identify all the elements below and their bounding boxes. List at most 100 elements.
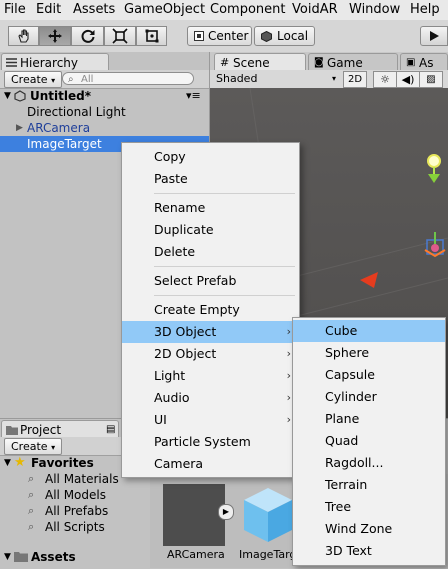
context-menu: Copy Paste Rename Duplicate Delete Selec… — [121, 142, 300, 478]
submenu-item-quad[interactable]: Quad — [293, 430, 445, 452]
shading-label: Shaded — [216, 72, 258, 85]
submenu-item-capsule[interactable]: Capsule — [293, 364, 445, 386]
menu-item-label: Particle System — [154, 434, 251, 449]
menu-assets[interactable]: Assets — [73, 2, 115, 17]
effects-toggle[interactable]: ▨ — [419, 71, 443, 88]
menu-item-label: Paste — [154, 171, 188, 186]
submenu-item-sphere[interactable]: Sphere — [293, 342, 445, 364]
center-icon — [194, 31, 204, 41]
submenu-item-wind-zone[interactable]: Wind Zone — [293, 518, 445, 540]
menu-item-light[interactable]: Light › — [122, 365, 299, 387]
sun-icon: ☼ — [380, 73, 390, 86]
favorite-item[interactable]: ⌕ All Prefabs — [0, 503, 150, 519]
submenu-arrow-icon: › — [286, 391, 291, 404]
submenu-item-terrain[interactable]: Terrain — [293, 474, 445, 496]
menu-item-label: Rename — [154, 200, 206, 215]
scene-root-row[interactable]: ▼ Untitled* ▾≡ — [0, 88, 209, 104]
play-button[interactable] — [420, 26, 448, 46]
menu-item-label: UI — [154, 412, 167, 427]
menu-item-label: 3D Object — [154, 324, 217, 339]
image-icon: ▨ — [426, 74, 436, 85]
local-label: Local — [277, 29, 309, 43]
list-icon — [6, 58, 17, 67]
project-tab-label: Project — [20, 423, 62, 437]
menu-item-create-empty[interactable]: Create Empty — [122, 299, 299, 321]
menu-item-select-prefab[interactable]: Select Prefab — [122, 270, 299, 292]
menu-item-ui[interactable]: UI › — [122, 409, 299, 431]
favorite-label: All Prefabs — [45, 504, 109, 518]
search-icon: ⌕ — [28, 472, 35, 485]
audio-toggle[interactable]: ◀) — [396, 71, 420, 88]
submenu-item-plane[interactable]: Plane — [293, 408, 445, 430]
expand-arrow-icon: ▼ — [4, 552, 11, 562]
menu-item-copy[interactable]: Copy — [122, 146, 299, 168]
mode-2d-label: 2D — [347, 74, 363, 85]
star-icon: ★ — [14, 455, 26, 470]
item-label: Directional Light — [27, 105, 126, 119]
menu-separator — [154, 193, 295, 194]
search-icon: ⌕ — [28, 504, 35, 517]
search-icon: ⌕ — [28, 520, 35, 533]
menu-item-rename[interactable]: Rename — [122, 197, 299, 219]
submenu-arrow-icon: › — [286, 369, 291, 382]
favorites-label: Favorites — [31, 456, 94, 470]
menu-gameobject[interactable]: GameObject — [124, 2, 205, 17]
hand-tool-button[interactable] — [8, 26, 39, 46]
submenu-arrow-icon: › — [286, 413, 291, 426]
menu-voidar[interactable]: VoidAR — [292, 2, 338, 17]
menu-file[interactable]: File — [4, 2, 26, 17]
hierarchy-item-arcamera[interactable]: ▶ ARCamera — [0, 120, 209, 136]
favorite-item[interactable]: ⌕ All Models — [0, 487, 150, 503]
submenu-arrow-icon: › — [286, 325, 291, 338]
menu-item-2d-object[interactable]: 2D Object › — [122, 343, 299, 365]
menu-item-duplicate[interactable]: Duplicate — [122, 219, 299, 241]
asset-thumb-arcamera[interactable] — [163, 484, 225, 546]
hierarchy-create-button[interactable]: Create ▾ — [4, 71, 63, 88]
tab-scene[interactable]: # Scene — [214, 53, 306, 71]
rect-tool-button[interactable] — [136, 26, 167, 46]
menu-item-label: 2D Object — [154, 346, 217, 361]
hierarchy-search-input[interactable]: ⌕ All — [62, 72, 194, 85]
menu-item-audio[interactable]: Audio › — [122, 387, 299, 409]
menu-item-particle-system[interactable]: Particle System — [122, 431, 299, 453]
submenu-item-cube[interactable]: Cube — [293, 320, 445, 342]
tab-game[interactable]: ◙ Game — [308, 53, 398, 71]
menu-window[interactable]: Window — [349, 2, 400, 17]
submenu-item-tree[interactable]: Tree — [293, 496, 445, 518]
scale-tool-button[interactable] — [104, 26, 136, 46]
project-create-button[interactable]: Create ▾ — [4, 438, 63, 455]
move-tool-button[interactable] — [39, 26, 71, 46]
tab-hierarchy[interactable]: Hierarchy — [1, 53, 109, 71]
favorite-item[interactable]: ⌕ All Scripts — [0, 519, 150, 535]
search-icon: ⌕ — [68, 74, 74, 85]
scene-menu-icon[interactable]: ▾≡ — [186, 88, 201, 104]
lighting-toggle[interactable]: ☼ — [373, 71, 397, 88]
menu-item-label: Plane — [325, 411, 360, 426]
menu-item-paste[interactable]: Paste — [122, 168, 299, 190]
menu-edit[interactable]: Edit — [36, 2, 61, 17]
cube-prefab-icon[interactable] — [240, 484, 296, 546]
scene-toolbar: Shaded ▾ 2D ☼ ◀) ▨ — [210, 70, 448, 89]
dropdown-arrow-icon: ▾ — [331, 74, 336, 83]
expand-prefab-icon[interactable]: ▶ — [218, 504, 234, 520]
tab-project[interactable]: Project ▤ — [1, 420, 119, 438]
menu-item-camera[interactable]: Camera — [122, 453, 299, 475]
submenu-item-cylinder[interactable]: Cylinder — [293, 386, 445, 408]
pivot-local-toggle[interactable]: Local — [254, 26, 315, 46]
assets-row[interactable]: ▼ Assets — [0, 549, 150, 565]
menu-help[interactable]: Help — [410, 2, 440, 17]
menu-item-delete[interactable]: Delete — [122, 241, 299, 263]
favorite-label: All Models — [45, 488, 106, 502]
tab-asset-store[interactable]: ▣ As — [400, 53, 448, 71]
menu-component[interactable]: Component — [210, 2, 285, 17]
menu-separator — [154, 266, 295, 267]
submenu-item-3d-text[interactable]: 3D Text — [293, 540, 445, 562]
shading-mode-dropdown[interactable]: Shaded ▾ — [216, 71, 336, 86]
hierarchy-item-directional-light[interactable]: Directional Light — [0, 104, 209, 120]
submenu-item-ragdoll[interactable]: Ragdoll... — [293, 452, 445, 474]
menu-item-label: Quad — [325, 433, 359, 448]
mode-2d-toggle[interactable]: 2D — [343, 71, 367, 88]
pivot-center-toggle[interactable]: Center — [187, 26, 252, 46]
rotate-tool-button[interactable] — [71, 26, 104, 46]
menu-item-3d-object[interactable]: 3D Object › — [122, 321, 299, 343]
